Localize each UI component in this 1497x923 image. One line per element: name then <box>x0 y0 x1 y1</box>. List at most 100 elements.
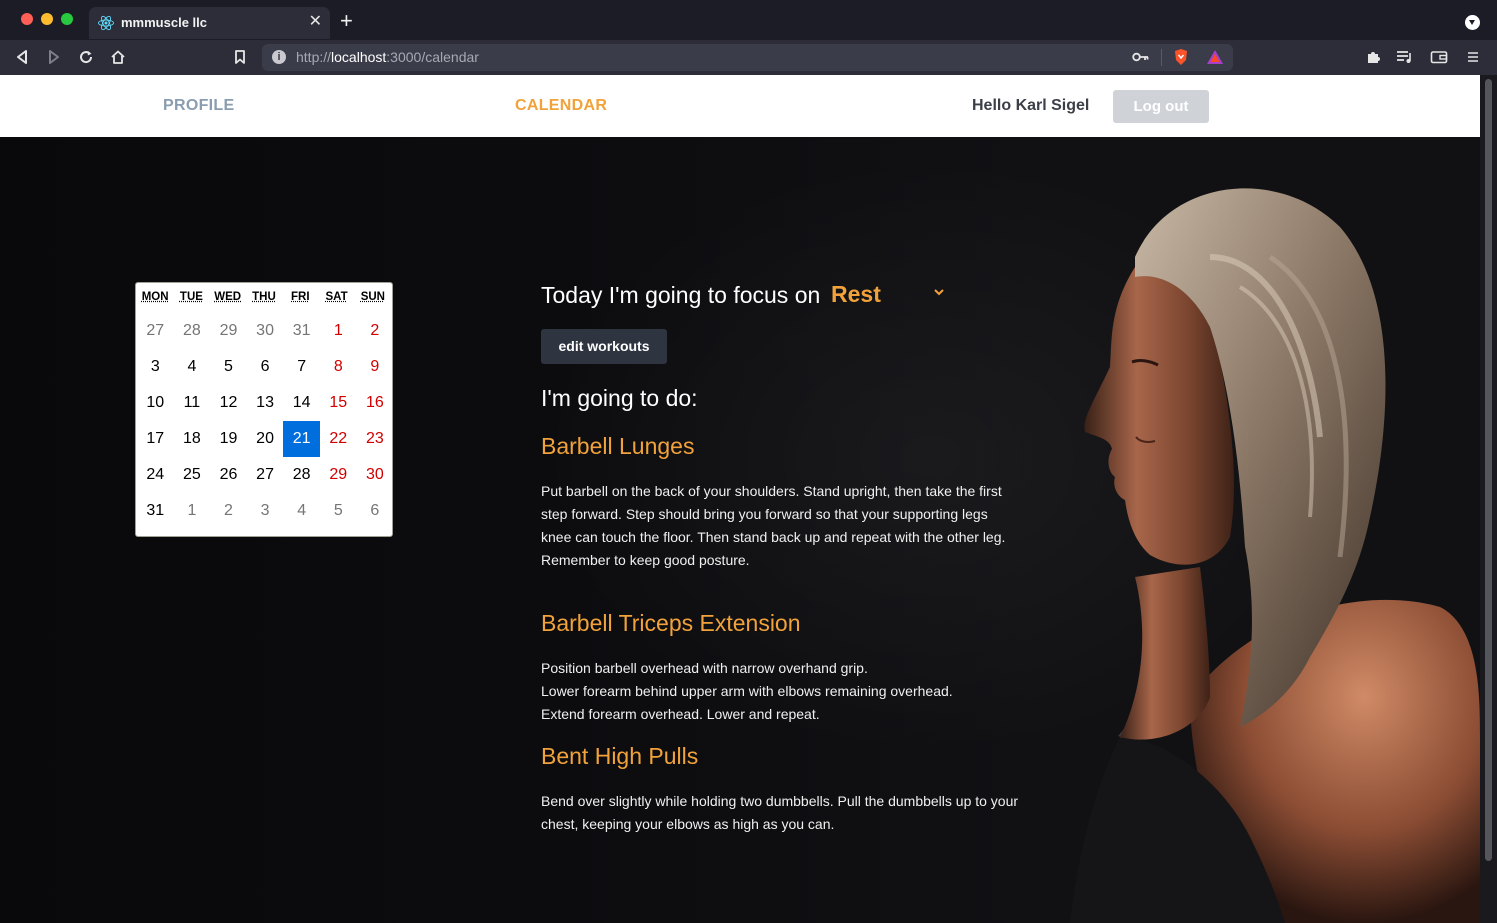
calendar-day[interactable]: 28 <box>283 457 320 493</box>
workout-description-line: Put barbell on the back of your shoulder… <box>541 483 1006 545</box>
calendar-day[interactable]: 5 <box>210 349 247 385</box>
focus-prefix: Today I'm going to focus on <box>541 282 821 308</box>
workout-description-line: Remember to keep good posture. <box>541 552 750 568</box>
playlist-icon[interactable] <box>1395 47 1415 67</box>
calendar-day[interactable]: 13 <box>247 385 284 421</box>
close-window-button[interactable] <box>21 13 33 25</box>
weekday-label: SAT <box>325 291 348 303</box>
focus-select[interactable]: Rest <box>831 281 881 308</box>
calendar-day[interactable]: 6 <box>357 493 394 529</box>
url-divider <box>1161 49 1162 66</box>
calendar-day[interactable]: 29 <box>320 457 357 493</box>
weekday-label: WED <box>214 291 242 303</box>
back-icon[interactable] <box>12 47 32 67</box>
brave-shield-icon[interactable] <box>1171 47 1191 67</box>
nav-profile-link[interactable]: PROFILE <box>163 97 234 115</box>
calendar-weekday-header: MON TUE WED THU FRI SAT SUN <box>136 283 392 313</box>
calendar-days-grid: 27 28 29 30 31 1 2 3 4 5 6 7 8 9 10 11 1… <box>136 313 392 529</box>
athlete-photo <box>1070 188 1480 923</box>
zoom-window-button[interactable] <box>61 13 73 25</box>
workout-description: Bend over slightly while holding two dum… <box>541 790 1021 836</box>
minimize-window-button[interactable] <box>41 13 53 25</box>
calendar-day[interactable]: 7 <box>283 349 320 385</box>
calendar-day[interactable]: 17 <box>137 421 174 457</box>
workout-item: Bent High Pulls Bend over slightly while… <box>541 743 1021 836</box>
calendar-day[interactable]: 15 <box>320 385 357 421</box>
workout-description: Position barbell overhead with narrow ov… <box>541 657 1021 726</box>
calendar-day[interactable]: 19 <box>210 421 247 457</box>
forward-icon[interactable] <box>44 47 64 67</box>
calendar-day[interactable]: 3 <box>137 349 174 385</box>
top-nav: PROFILE CALENDAR Hello Karl Sigel Log ou… <box>0 75 1480 137</box>
calendar-day[interactable]: 20 <box>247 421 284 457</box>
calendar-day[interactable]: 27 <box>247 457 284 493</box>
workout-description-line: Position barbell overhead with narrow ov… <box>541 660 868 676</box>
calendar-day[interactable]: 14 <box>283 385 320 421</box>
workout-description-line: Extend forearm overhead. Lower and repea… <box>541 706 820 722</box>
calendar-day[interactable]: 27 <box>137 313 174 349</box>
browser-toolbar: i http://localhost:3000/calendar <box>0 40 1497 75</box>
calendar-day[interactable]: 1 <box>320 313 357 349</box>
calendar-day[interactable]: 18 <box>174 421 211 457</box>
edit-workouts-button[interactable]: edit workouts <box>541 329 667 364</box>
calendar-day[interactable]: 12 <box>210 385 247 421</box>
calendar-day[interactable]: 25 <box>174 457 211 493</box>
calendar-day[interactable]: 3 <box>247 493 284 529</box>
calendar-day[interactable]: 23 <box>357 421 394 457</box>
month-calendar: MON TUE WED THU FRI SAT SUN 27 28 29 30 … <box>135 282 393 537</box>
brave-rewards-icon[interactable] <box>1205 47 1225 67</box>
browser-tab-bar: mmmuscle llc ✕ + <box>0 0 1497 40</box>
calendar-day[interactable]: 24 <box>137 457 174 493</box>
react-icon <box>98 15 114 31</box>
calendar-day-selected[interactable]: 21 <box>283 421 320 457</box>
scrollbar-thumb[interactable] <box>1485 79 1492 861</box>
close-tab-icon[interactable]: ✕ <box>309 13 322 31</box>
user-greeting: Hello Karl Sigel <box>972 97 1090 114</box>
home-icon[interactable] <box>108 47 128 67</box>
calendar-day[interactable]: 29 <box>210 313 247 349</box>
workout-title: Barbell Lunges <box>541 433 695 459</box>
calendar-day[interactable]: 22 <box>320 421 357 457</box>
browser-tab[interactable]: mmmuscle llc ✕ <box>89 7 330 39</box>
bookmark-icon[interactable] <box>230 47 250 67</box>
calendar-day[interactable]: 28 <box>174 313 211 349</box>
calendar-day[interactable]: 10 <box>137 385 174 421</box>
site-info-icon[interactable]: i <box>272 50 286 64</box>
calendar-day[interactable]: 30 <box>247 313 284 349</box>
calendar-day[interactable]: 30 <box>357 457 394 493</box>
address-bar[interactable]: i http://localhost:3000/calendar <box>262 44 1233 71</box>
workout-title: Barbell Triceps Extension <box>541 610 801 636</box>
calendar-day[interactable]: 4 <box>174 349 211 385</box>
calendar-day[interactable]: 11 <box>174 385 211 421</box>
calendar-day[interactable]: 5 <box>320 493 357 529</box>
workout-description-line: Lower forearm behind upper arm with elbo… <box>541 683 953 699</box>
calendar-day[interactable]: 2 <box>210 493 247 529</box>
calendar-day[interactable]: 9 <box>357 349 394 385</box>
calendar-day[interactable]: 4 <box>283 493 320 529</box>
calendar-day[interactable]: 16 <box>357 385 394 421</box>
calendar-day[interactable]: 1 <box>174 493 211 529</box>
new-tab-icon[interactable]: + <box>340 10 353 32</box>
weekday-label: FRI <box>291 291 310 303</box>
logout-button[interactable]: Log out <box>1113 90 1209 123</box>
workout-title: Bent High Pulls <box>541 743 699 769</box>
calendar-day[interactable]: 26 <box>210 457 247 493</box>
reload-icon[interactable] <box>76 47 96 67</box>
calendar-day[interactable]: 2 <box>357 313 394 349</box>
calendar-day[interactable]: 6 <box>247 349 284 385</box>
weekday-label: SUN <box>360 291 385 303</box>
workout-description-line: Bend over slightly while holding two dum… <box>541 793 1019 832</box>
browser-menu-icon[interactable] <box>1463 47 1483 67</box>
page-scrollbar[interactable] <box>1480 75 1497 923</box>
hero-section: MON TUE WED THU FRI SAT SUN 27 28 29 30 … <box>0 137 1480 923</box>
extensions-icon[interactable] <box>1363 47 1383 67</box>
wallet-icon[interactable] <box>1429 47 1449 67</box>
key-icon[interactable] <box>1131 47 1151 67</box>
calendar-day[interactable]: 8 <box>320 349 357 385</box>
tab-menu-icon[interactable] <box>1465 15 1480 30</box>
calendar-day[interactable]: 31 <box>137 493 174 529</box>
chevron-down-icon[interactable] <box>933 286 945 298</box>
calendar-day[interactable]: 31 <box>283 313 320 349</box>
workout-item: Barbell Triceps Extension Position barbe… <box>541 610 1021 726</box>
nav-calendar-link[interactable]: CALENDAR <box>515 97 607 115</box>
